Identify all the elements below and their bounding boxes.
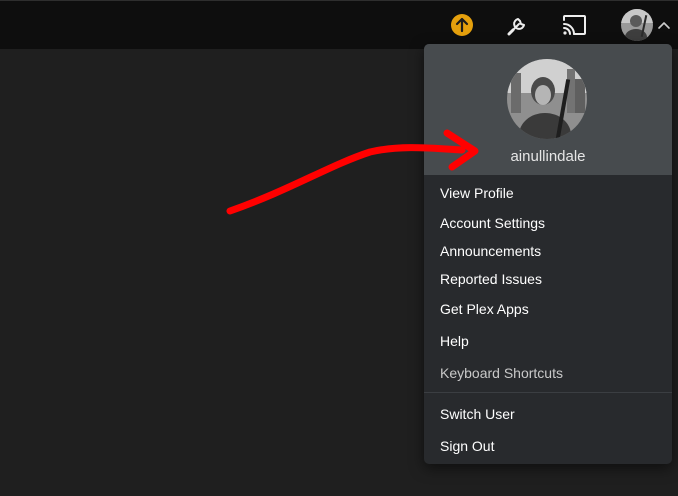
avatar <box>621 9 653 41</box>
view-profile-item[interactable]: View Profile <box>440 185 514 201</box>
help-item[interactable]: Help <box>440 333 469 349</box>
switch-user-item[interactable]: Switch User <box>440 406 515 422</box>
reported-issues-item[interactable]: Reported Issues <box>440 271 542 287</box>
chevron-up-icon <box>658 22 670 29</box>
wrench-icon <box>507 18 525 36</box>
sign-out-item[interactable]: Sign Out <box>440 438 494 454</box>
account-settings-item[interactable]: Account Settings <box>440 215 545 231</box>
keyboard-shortcuts-item[interactable]: Keyboard Shortcuts <box>440 365 563 381</box>
profile-avatar[interactable] <box>507 59 587 139</box>
username: ainullindale <box>510 148 586 165</box>
profile-header: ainullindale <box>424 44 672 175</box>
avatar <box>507 59 587 139</box>
arrow-up-circle-icon <box>455 17 469 33</box>
menu-toggle-button[interactable] <box>657 18 671 30</box>
settings-button[interactable] <box>505 12 531 38</box>
user-avatar-button[interactable] <box>621 9 653 41</box>
top-bar <box>0 0 678 49</box>
top-bar-border <box>0 0 678 1</box>
get-plex-apps-item[interactable]: Get Plex Apps <box>440 301 529 317</box>
cast-icon <box>563 15 586 35</box>
upgrade-button[interactable] <box>451 14 473 36</box>
announcements-item[interactable]: Announcements <box>440 243 541 259</box>
cast-button[interactable] <box>560 13 588 37</box>
account-dropdown-menu: ainullindale View Profile Account Settin… <box>424 44 672 464</box>
menu-divider <box>424 392 672 393</box>
